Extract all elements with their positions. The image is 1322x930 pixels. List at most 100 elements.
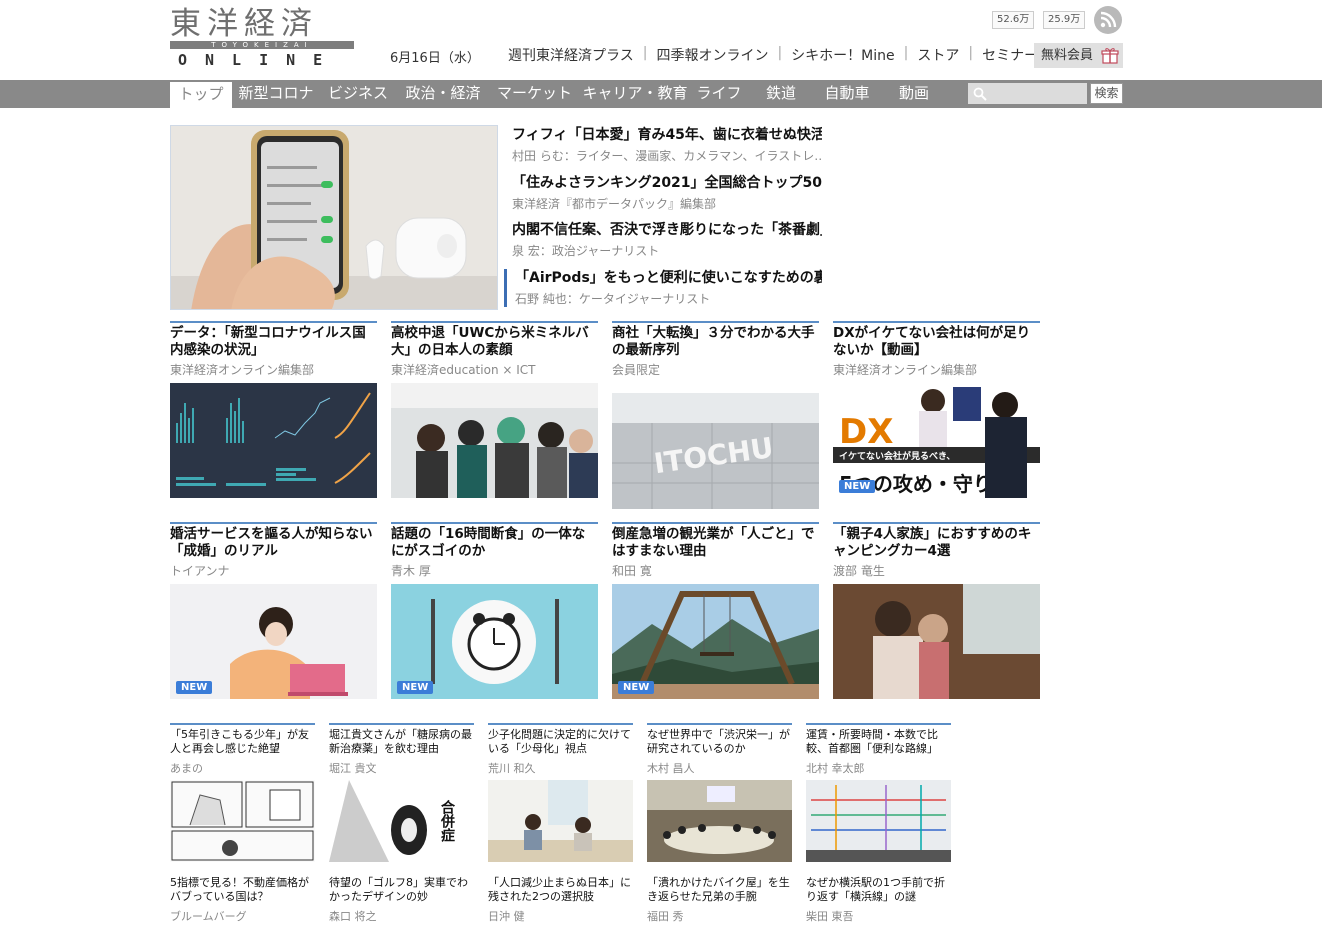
article-card[interactable]: 高校中退「UWCから米ミネルバ大」の日本人の素顔 東洋経済education ×… bbox=[391, 321, 598, 498]
nav-corona[interactable]: 新型コロナ bbox=[232, 80, 320, 108]
nav-business[interactable]: ビジネス bbox=[320, 80, 396, 108]
small-article[interactable]: 少子化問題に決定的に欠けている「少母化」視点 荒川 和久 bbox=[488, 723, 633, 862]
dx-sub-text: イケてない会社が見るべき、 bbox=[839, 450, 955, 462]
card-author: 東洋経済education × ICT bbox=[391, 363, 536, 377]
headline-title[interactable]: 「AirPods」をもっと便利に使いこなすための裏技 bbox=[507, 269, 822, 288]
small-author: 木村 昌人 bbox=[647, 762, 695, 775]
small-title[interactable]: なぜ世界中で「渋沢栄一」が研究されているのか bbox=[647, 728, 792, 756]
headline-item[interactable]: 内閣不信任案、否決で浮き彫りになった「茶番劇」 泉 宏：政治ジャーナリスト bbox=[504, 221, 822, 259]
small-article[interactable]: なぜ世界中で「渋沢栄一」が研究されているのか 木村 昌人 bbox=[647, 723, 792, 862]
twitter-follower-count[interactable]: 52.6万 bbox=[992, 11, 1035, 29]
small-article[interactable]: 運賃・所要時間・本数で比較、首都圏「便利な路線」 北村 幸太郎 bbox=[806, 723, 951, 862]
small-title[interactable]: 「人口減少止まらぬ日本」に残された2つの選択肢 bbox=[488, 876, 633, 904]
card-title[interactable]: 「親子4人家族」におすすめのキャンピングカー4選 bbox=[833, 526, 1040, 560]
card-title[interactable]: 話題の「16時間断食」の一体なにがスゴイのか bbox=[391, 526, 598, 560]
small-article[interactable]: 堀江貴文さんが「糖尿病の最新治療薬」を飲む理由 堀江 貴文 合併症 bbox=[329, 723, 474, 862]
card-image-fasting-clock[interactable]: NEW bbox=[391, 584, 598, 699]
facebook-follower-count[interactable]: 25.9万 bbox=[1043, 11, 1086, 29]
small-author: あまの bbox=[170, 762, 203, 775]
nav-politics[interactable]: 政治・経済 bbox=[396, 80, 490, 108]
small-article[interactable]: 5指標で見る！不動産価格がバブっている国は？ ブルームバーグ bbox=[170, 876, 315, 924]
small-image-family-room[interactable] bbox=[488, 780, 633, 862]
manga-stamp-text: 合併症 bbox=[439, 799, 456, 843]
feature-image-airpods[interactable] bbox=[170, 125, 498, 310]
headline-item[interactable]: 「住みよさランキング2021」全国総合トップ50 東洋経済『都市データパック』編… bbox=[504, 174, 822, 212]
nav-car[interactable]: 自動車 bbox=[815, 80, 879, 108]
card-title[interactable]: DXがイケてない会社は何が足りないか【動画】 bbox=[833, 325, 1040, 359]
headline-author: 石野 純也：ケータイジャーナリスト bbox=[515, 292, 711, 306]
current-date: 6月16日（水） bbox=[390, 51, 480, 66]
nav-career[interactable]: キャリア・教育 bbox=[579, 80, 691, 108]
article-card[interactable]: 倒産急増の観光業が「人ごと」ではすまない理由 和田 寛 NEW bbox=[612, 522, 819, 699]
dx-big-text: DX bbox=[839, 412, 893, 452]
small-title[interactable]: 堀江貴文さんが「糖尿病の最新治療薬」を飲む理由 bbox=[329, 728, 474, 756]
article-card[interactable]: 話題の「16時間断食」の一体なにがスゴイのか 青木 厚 NEW bbox=[391, 522, 598, 699]
link-shikiho-online[interactable]: 四季報オンライン bbox=[656, 45, 768, 65]
small-image-route-map[interactable] bbox=[806, 780, 951, 862]
small-title[interactable]: 5指標で見る！不動産価格がバブっている国は？ bbox=[170, 876, 315, 904]
nav-top[interactable]: トップ bbox=[170, 80, 232, 108]
card-image-corona-dashboard[interactable] bbox=[170, 383, 377, 498]
site-logo[interactable]: 東洋経済 TOYOKEIZAI ONLINE bbox=[170, 6, 354, 69]
small-title[interactable]: 待望の「ゴルフ8」実車でわかったデザインの妙 bbox=[329, 876, 474, 904]
headline-item-active[interactable]: 「AirPods」をもっと便利に使いこなすための裏技 石野 純也：ケータイジャー… bbox=[504, 269, 822, 307]
small-article[interactable]: 待望の「ゴルフ8」実車でわかったデザインの妙 森口 将之 bbox=[329, 876, 474, 924]
link-seminar[interactable]: セミナー bbox=[982, 45, 1038, 65]
small-article[interactable]: なぜか横浜駅の1つ手前で折り返す「横浜線」の謎 柴田 東吾 bbox=[806, 876, 951, 924]
nav-video[interactable]: 動画 bbox=[879, 80, 949, 108]
small-article[interactable]: 「5年引きこもる少年」が友人と再会し感じた絶望 あまの bbox=[170, 723, 315, 862]
small-title[interactable]: 少子化問題に決定的に欠けている「少母化」視点 bbox=[488, 728, 633, 756]
article-card[interactable]: データ：「新型コロナウイルス国内感染の状況」 東洋経済オンライン編集部 bbox=[170, 321, 377, 498]
search-button[interactable]: 検索 bbox=[1090, 83, 1123, 104]
card-title[interactable]: データ：「新型コロナウイルス国内感染の状況」 bbox=[170, 325, 377, 359]
search-icon bbox=[973, 87, 987, 101]
card-title[interactable]: 商社「大転換」３分でわかる大手の最新序列 bbox=[612, 325, 819, 359]
article-card[interactable]: 商社「大転換」３分でわかる大手の最新序列 会員限定 ITOCHU bbox=[612, 321, 819, 509]
card-title[interactable]: 倒産急増の観光業が「人ごと」ではすまない理由 bbox=[612, 526, 819, 560]
card-image-woman-laptop[interactable]: NEW bbox=[170, 584, 377, 699]
logo-online: ONLINE bbox=[178, 51, 341, 69]
link-store[interactable]: ストア bbox=[917, 45, 959, 65]
headline-title[interactable]: 内閣不信任案、否決で浮き彫りになった「茶番劇」 bbox=[504, 221, 822, 240]
rss-icon[interactable] bbox=[1094, 6, 1122, 34]
link-separator: | bbox=[903, 45, 909, 61]
logo-kanji: 東洋経済 bbox=[170, 6, 318, 42]
card-title[interactable]: 高校中退「UWCから米ミネルバ大」の日本人の素顔 bbox=[391, 325, 598, 359]
link-shikiho-mine[interactable]: シキホー！Mine bbox=[791, 45, 894, 65]
new-badge: NEW bbox=[618, 681, 655, 694]
small-author: 日沖 健 bbox=[488, 910, 525, 923]
nav-market[interactable]: マーケット bbox=[490, 80, 579, 108]
headline-title[interactable]: フィフィ「日本愛」育み45年、歯に衣着せぬ快活人生 bbox=[504, 126, 822, 145]
card-title[interactable]: 婚活サービスを謳る人が知らない「成婚」のリアル bbox=[170, 526, 377, 560]
link-separator: | bbox=[642, 45, 648, 61]
small-image-conference[interactable] bbox=[647, 780, 792, 862]
card-image-students[interactable] bbox=[391, 383, 598, 498]
nav-railway[interactable]: 鉄道 bbox=[747, 80, 815, 108]
card-image-family-camper[interactable] bbox=[833, 584, 1040, 699]
card-image-dx-video[interactable]: DX イケてない会社が見るべき、 5つの攻め・守り NEW bbox=[833, 383, 1040, 498]
headline-item[interactable]: フィフィ「日本愛」育み45年、歯に衣着せぬ快活人生 村田 らむ：ライター、漫画家… bbox=[504, 126, 822, 164]
card-author: トイアンナ bbox=[170, 564, 230, 578]
nav-life[interactable]: ライフ bbox=[691, 80, 747, 108]
small-author: 福田 秀 bbox=[647, 910, 684, 923]
small-title[interactable]: 運賃・所要時間・本数で比較、首都圏「便利な路線」 bbox=[806, 728, 951, 756]
small-title[interactable]: 「5年引きこもる少年」が友人と再会し感じた絶望 bbox=[170, 728, 315, 756]
article-card[interactable]: DXがイケてない会社は何が足りないか【動画】 東洋経済オンライン編集部 DX イ… bbox=[833, 321, 1040, 498]
small-title[interactable]: 「潰れかけたバイク屋」を生き返らせた兄弟の手腕 bbox=[647, 876, 792, 904]
headline-title[interactable]: 「住みよさランキング2021」全国総合トップ50 bbox=[504, 174, 822, 193]
card-image-swing-mountains[interactable]: NEW bbox=[612, 584, 819, 699]
free-member-button[interactable]: 無料会員 bbox=[1034, 43, 1123, 68]
card-author: 会員限定 bbox=[612, 363, 661, 377]
headline-author: 村田 らむ：ライター、漫画家、カメラマン、イラストレ… bbox=[512, 149, 822, 163]
small-author: 荒川 和久 bbox=[488, 762, 536, 775]
small-image-manga-complication[interactable]: 合併症 bbox=[329, 780, 474, 862]
small-article[interactable]: 「人口減少止まらぬ日本」に残された2つの選択肢 日沖 健 bbox=[488, 876, 633, 924]
small-title[interactable]: なぜか横浜駅の1つ手前で折り返す「横浜線」の謎 bbox=[806, 876, 951, 904]
article-card[interactable]: 婚活サービスを謳る人が知らない「成婚」のリアル トイアンナ NEW bbox=[170, 522, 377, 699]
small-article[interactable]: 「潰れかけたバイク屋」を生き返らせた兄弟の手腕 福田 秀 bbox=[647, 876, 792, 924]
link-weekly-plus[interactable]: 週刊東洋経済プラス bbox=[508, 45, 634, 65]
article-card[interactable]: 「親子4人家族」におすすめのキャンピングカー4選 渡部 竜生 bbox=[833, 522, 1040, 699]
small-image-manga[interactable] bbox=[170, 780, 315, 862]
card-image-itochu[interactable]: ITOCHU bbox=[612, 393, 819, 509]
new-badge: NEW bbox=[839, 480, 876, 493]
